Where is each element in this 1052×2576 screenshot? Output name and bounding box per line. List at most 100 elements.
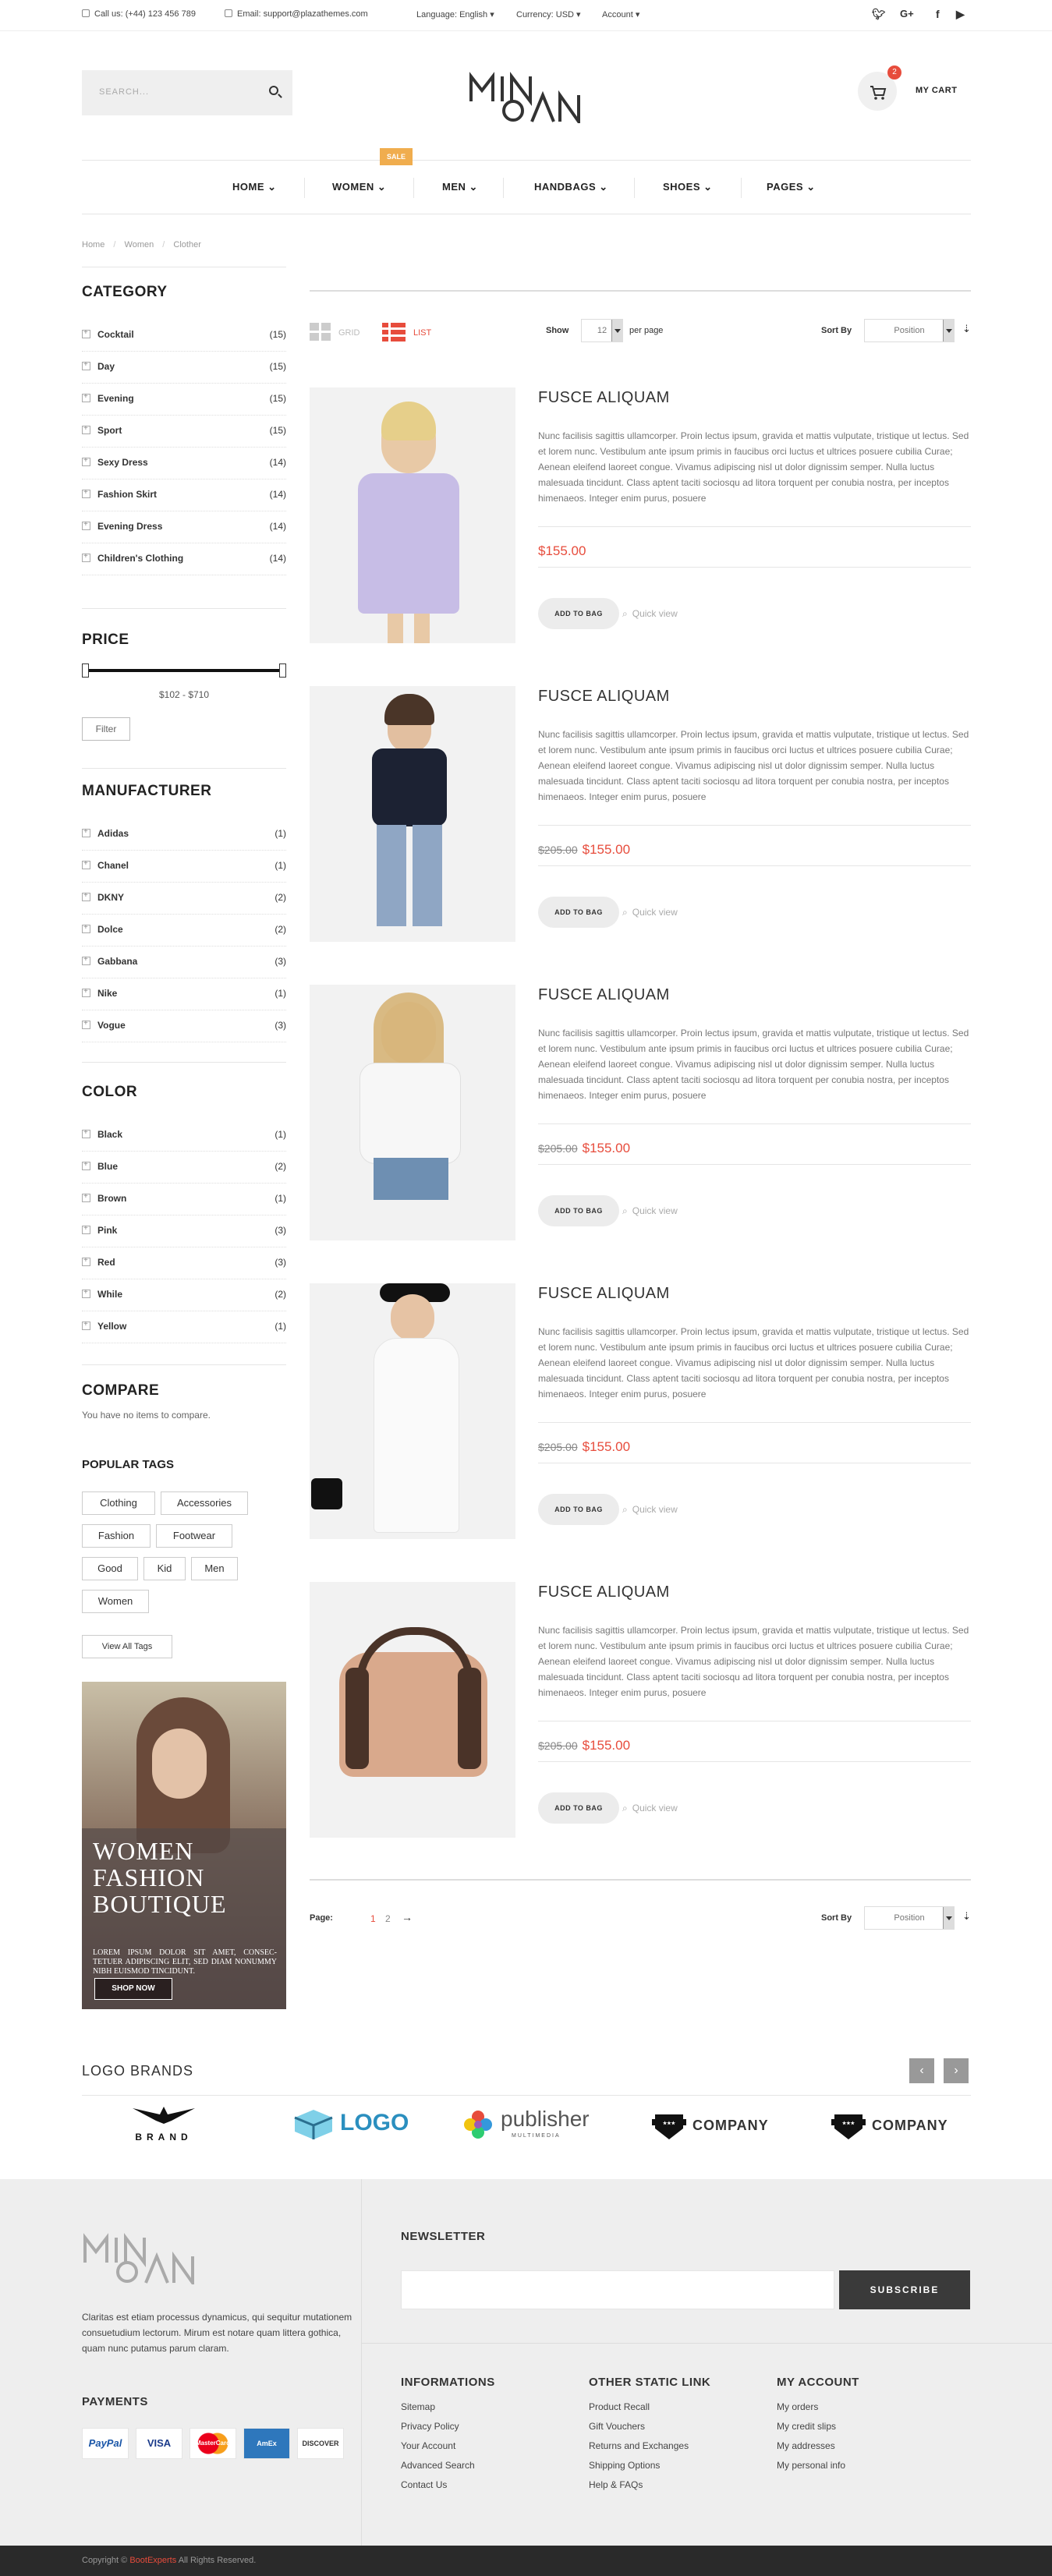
tag-fashion[interactable]: Fashion [82,1524,151,1548]
account-link-my-addresses[interactable]: My addresses [777,2440,835,2451]
brand-logo-5[interactable]: ★★★ COMPANY [830,2105,955,2144]
category-item-evening[interactable]: Evening (15) [82,384,286,416]
color-item-while[interactable]: While (2) [82,1279,286,1311]
add-to-bag-button[interactable]: ADD TO BAG [538,1494,619,1525]
subscribe-button[interactable]: SUBSCRIBE [839,2270,970,2309]
footer-logo[interactable] [82,2228,199,2284]
list-view-icon[interactable] [382,323,406,341]
account-link-my-orders[interactable]: My orders [777,2401,818,2412]
manufacturer-item-chanel[interactable]: Chanel (1) [82,851,286,883]
category-item-children-s-clothing[interactable]: Children's Clothing (14) [82,543,286,575]
site-logo[interactable] [468,67,585,123]
info-link-privacy-policy[interactable]: Privacy Policy [401,2421,459,2432]
static-link-help-faqs[interactable]: Help & FAQs [589,2479,643,2490]
info-link-your-account[interactable]: Your Account [401,2440,455,2451]
product-title[interactable]: FUSCE ALIQUAM [538,1583,670,1601]
youtube-icon[interactable]: ▶ [956,8,965,21]
nav-women[interactable]: WOMEN ⌄ [332,181,386,193]
email-info[interactable]: Email: support@plazathemes.com [225,9,368,19]
color-item-blue[interactable]: Blue (2) [82,1152,286,1184]
page-1-link[interactable]: 1 [370,1913,376,1924]
manufacturer-item-vogue[interactable]: Vogue (3) [82,1010,286,1042]
add-to-bag-button[interactable]: ADD TO BAG [538,1792,619,1824]
language-selector[interactable]: Language: English ▾ [416,9,494,19]
per-page-select[interactable]: 12 [581,319,623,342]
tag-men[interactable]: Men [191,1557,238,1580]
manufacturer-item-gabbana[interactable]: Gabbana (3) [82,947,286,978]
color-item-black[interactable]: Black (1) [82,1120,286,1152]
nav-home[interactable]: HOME ⌄ [232,181,277,193]
manufacturer-item-dolce[interactable]: Dolce (2) [82,915,286,947]
grid-view-icon[interactable] [310,323,331,341]
info-link-advanced-search[interactable]: Advanced Search [401,2460,475,2471]
static-link-gift-vouchers[interactable]: Gift Vouchers [589,2421,645,2432]
category-item-evening-dress[interactable]: Evening Dress (14) [82,511,286,543]
twitter-icon[interactable]: 🐦︎ [872,8,886,21]
tag-footwear[interactable]: Footwear [156,1524,232,1548]
shop-now-button[interactable]: SHOP NOW [94,1978,172,2000]
product-image[interactable] [310,1283,515,1539]
nav-handbags[interactable]: HANDBAGS ⌄ [534,181,608,193]
product-image[interactable] [310,1582,515,1838]
add-to-bag-button[interactable]: ADD TO BAG [538,1195,619,1226]
price-slider-min-handle[interactable] [82,663,89,678]
sort-direction-icon[interactable]: ⇣ [962,1910,971,1923]
info-link-sitemap[interactable]: Sitemap [401,2401,435,2412]
info-link-contact-us[interactable]: Contact Us [401,2479,447,2490]
manufacturer-item-dkny[interactable]: DKNY (2) [82,883,286,915]
static-link-shipping-options[interactable]: Shipping Options [589,2460,660,2471]
facebook-icon[interactable]: f [936,8,940,20]
search-icon[interactable] [269,86,278,95]
grid-view-label[interactable]: GRID [338,328,360,338]
color-item-red[interactable]: Red (3) [82,1247,286,1279]
static-link-product-recall[interactable]: Product Recall [589,2401,650,2412]
category-item-sexy-dress[interactable]: Sexy Dress (14) [82,448,286,479]
breadcrumb-home[interactable]: Home [82,240,104,249]
google-plus-icon[interactable]: G+ [900,8,914,19]
tag-accessories[interactable]: Accessories [161,1491,248,1515]
brand-logo-4[interactable]: ★★★ COMPANY [650,2105,775,2144]
price-slider-track[interactable] [84,669,284,672]
quick-view-link[interactable]: ⌕ Quick view [622,1504,678,1516]
tag-good[interactable]: Good [82,1557,138,1580]
sort-by-select-bottom[interactable]: Position [864,1906,955,1930]
brand-logo-3[interactable]: publisher MULTIMEDIA [462,2105,594,2144]
category-item-cocktail[interactable]: Cocktail (15) [82,320,286,352]
product-title[interactable]: FUSCE ALIQUAM [538,688,670,706]
category-item-fashion-skirt[interactable]: Fashion Skirt (14) [82,479,286,511]
promo-banner[interactable]: WOMEN FASHION BOUTIQUE LOREM IPSUM DOLOR… [82,1682,286,2009]
sort-direction-icon[interactable]: ⇣ [962,323,971,335]
product-title[interactable]: FUSCE ALIQUAM [538,389,670,407]
quick-view-link[interactable]: ⌕ Quick view [622,1205,678,1217]
nav-men[interactable]: MEN ⌄ [442,181,478,193]
list-view-label[interactable]: LIST [413,328,431,338]
price-slider-max-handle[interactable] [279,663,286,678]
add-to-bag-button[interactable]: ADD TO BAG [538,897,619,928]
cart-label[interactable]: MY CART [916,86,957,95]
account-menu[interactable]: Account ▾ [602,9,639,19]
breadcrumb-women[interactable]: Women [125,240,154,249]
view-all-tags-button[interactable]: View All Tags [82,1635,172,1658]
product-image[interactable] [310,686,515,942]
product-title[interactable]: FUSCE ALIQUAM [538,986,670,1004]
manufacturer-item-adidas[interactable]: Adidas (1) [82,819,286,851]
nav-pages[interactable]: PAGES ⌄ [767,181,816,193]
search-input[interactable]: SEARCH... [82,70,292,115]
tag-clothing[interactable]: Clothing [82,1491,155,1515]
product-title[interactable]: FUSCE ALIQUAM [538,1285,670,1303]
quick-view-link[interactable]: ⌕ Quick view [622,608,678,620]
quick-view-link[interactable]: ⌕ Quick view [622,1803,678,1814]
newsletter-email-input[interactable] [401,2270,834,2309]
page-2-link[interactable]: 2 [385,1913,391,1924]
account-link-my-credit-slips[interactable]: My credit slips [777,2421,836,2432]
next-page-icon[interactable]: → [402,1911,413,1923]
account-link-my-personal-info[interactable]: My personal info [777,2460,845,2471]
tag-kid[interactable]: Kid [143,1557,186,1580]
brands-next-button[interactable]: › [944,2058,969,2083]
brand-logo-1[interactable]: BRAND [125,2105,203,2144]
sort-by-select[interactable]: Position [864,319,955,342]
category-item-sport[interactable]: Sport (15) [82,416,286,448]
nav-shoes[interactable]: SHOES ⌄ [663,181,713,193]
filter-button[interactable]: Filter [82,717,130,741]
copyright-brand-link[interactable]: BootExperts [129,2556,176,2565]
